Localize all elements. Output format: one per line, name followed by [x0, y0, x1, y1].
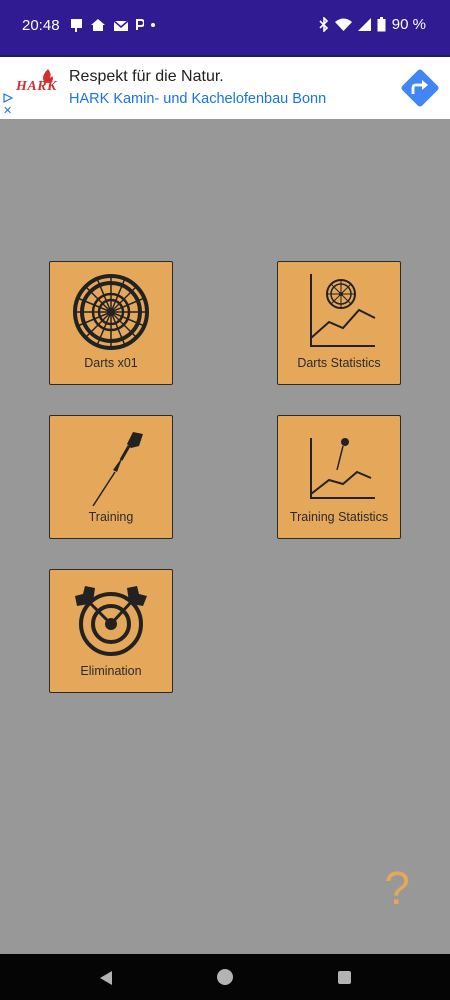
bluetooth-icon: [319, 17, 328, 32]
tile-label: Darts x01: [84, 356, 138, 370]
dart-chart-icon: [278, 426, 400, 506]
elimination-button[interactable]: Elimination: [49, 569, 173, 693]
tile-label: Training: [88, 510, 134, 524]
system-nav-bar: [0, 954, 450, 1000]
dot-icon: [151, 23, 155, 27]
system-icons: 90 %: [319, 16, 426, 33]
battery-icon: [377, 17, 386, 32]
ad-subtitle[interactable]: HARK Kamin- und Kachelofenbau Bonn: [69, 91, 326, 107]
home-circle-icon[interactable]: [217, 969, 233, 985]
dart-icon: [50, 426, 172, 506]
p-icon: [136, 19, 144, 30]
tile-label: Elimination: [80, 664, 142, 678]
home-icon: [91, 19, 105, 31]
status-time: 20:48: [22, 17, 60, 34]
signal-icon: [357, 18, 371, 31]
back-triangle-icon[interactable]: [99, 970, 113, 986]
ad-banner[interactable]: HARK Respekt für die Natur. HARK Kamin- …: [0, 57, 450, 119]
notification-icons: [70, 18, 155, 32]
tile-label: Darts Statistics: [297, 356, 381, 370]
darts-x01-button[interactable]: Darts x01: [49, 261, 173, 385]
ad-logo[interactable]: HARK: [16, 69, 57, 95]
tile-label: Training Statistics: [289, 510, 389, 524]
battery-percent: 90 %: [391, 16, 426, 33]
training-statistics-button[interactable]: Training Statistics: [277, 415, 401, 539]
dartboard-chart-icon: [278, 272, 400, 352]
ad-direction-icon[interactable]: [400, 68, 440, 108]
status-bar: 20:48 90 %: [0, 0, 450, 55]
training-button[interactable]: Training: [49, 415, 173, 539]
dartboard-icon: [50, 272, 172, 352]
recents-square-icon[interactable]: [338, 971, 351, 984]
flame-icon: [43, 69, 53, 83]
wifi-icon: [334, 18, 352, 31]
ad-title[interactable]: Respekt für die Natur.: [69, 68, 224, 86]
ad-close-icon[interactable]: ✕: [3, 106, 12, 117]
target-arrows-icon: [50, 580, 172, 660]
ad-choices-icon[interactable]: [3, 93, 13, 103]
mail-icon: [113, 19, 129, 31]
parking-sign-icon: [71, 19, 82, 32]
help-button[interactable]: ?: [380, 860, 414, 916]
darts-statistics-button[interactable]: Darts Statistics: [277, 261, 401, 385]
